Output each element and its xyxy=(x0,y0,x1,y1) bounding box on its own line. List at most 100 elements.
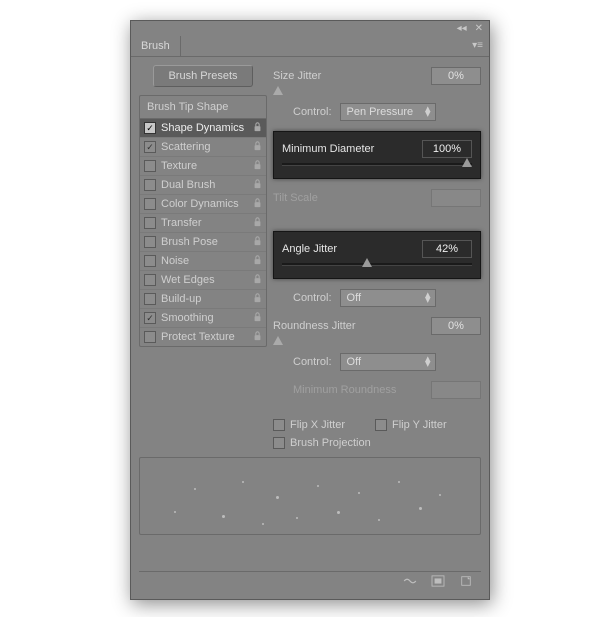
minimum-diameter-block: Minimum Diameter 100% xyxy=(273,131,481,179)
lock-icon[interactable] xyxy=(252,122,262,134)
lock-icon[interactable] xyxy=(252,198,262,210)
tilt-scale-value xyxy=(431,189,481,207)
checkbox-icon[interactable] xyxy=(144,293,156,305)
option-brush-pose[interactable]: Brush Pose xyxy=(140,233,266,252)
lock-icon[interactable] xyxy=(252,293,262,305)
tilt-scale-row: Tilt Scale xyxy=(273,189,481,207)
option-label: Dual Brush xyxy=(161,179,247,191)
option-label: Wet Edges xyxy=(161,274,247,286)
tilt-scale-label: Tilt Scale xyxy=(273,192,431,204)
option-label: Texture xyxy=(161,160,247,172)
brush-stroke-preview xyxy=(139,457,481,535)
minimum-diameter-label: Minimum Diameter xyxy=(282,143,422,155)
checkbox-icon[interactable] xyxy=(144,160,156,172)
roundness-jitter-row: Roundness Jitter 0% xyxy=(273,317,481,335)
angle-jitter-control-label: Control: xyxy=(293,292,332,304)
angle-jitter-value[interactable]: 42% xyxy=(422,240,472,258)
checkbox-icon[interactable] xyxy=(144,122,156,134)
minimum-roundness-label: Minimum Roundness xyxy=(273,384,431,396)
lock-icon[interactable] xyxy=(252,217,262,229)
checkbox-icon[interactable] xyxy=(144,312,156,324)
checkbox-icon[interactable] xyxy=(144,274,156,286)
checkbox-icon xyxy=(375,419,387,431)
option-label: Noise xyxy=(161,255,247,267)
flip-x-jitter-label: Flip X Jitter xyxy=(290,419,345,431)
option-shape-dynamics[interactable]: Shape Dynamics xyxy=(140,119,266,138)
option-texture[interactable]: Texture xyxy=(140,157,266,176)
size-jitter-control-dropdown[interactable]: Pen Pressure ▴▾ xyxy=(340,103,436,121)
angle-jitter-control-dropdown[interactable]: Off ▴▾ xyxy=(340,289,436,307)
roundness-jitter-control-label: Control: xyxy=(293,356,332,368)
brush-projection-label: Brush Projection xyxy=(290,437,371,449)
option-build-up[interactable]: Build-up xyxy=(140,290,266,309)
brush-projection-checkbox[interactable]: Brush Projection xyxy=(273,437,481,449)
option-label: Protect Texture xyxy=(161,331,247,343)
option-scattering[interactable]: Scattering xyxy=(140,138,266,157)
checkbox-icon[interactable] xyxy=(144,198,156,210)
option-label: Scattering xyxy=(161,141,247,153)
flip-y-jitter-checkbox[interactable]: Flip Y Jitter xyxy=(375,419,447,431)
minimum-roundness-value xyxy=(431,381,481,399)
brush-presets-button[interactable]: Brush Presets xyxy=(153,65,253,87)
flip-x-jitter-checkbox[interactable]: Flip X Jitter xyxy=(273,419,345,431)
option-dual-brush[interactable]: Dual Brush xyxy=(140,176,266,195)
option-label: Build-up xyxy=(161,293,247,305)
lock-icon[interactable] xyxy=(252,141,262,153)
brush-options-list: Brush Tip Shape Shape Dynamics Scattering… xyxy=(139,95,267,347)
option-color-dynamics[interactable]: Color Dynamics xyxy=(140,195,266,214)
option-label: Brush Pose xyxy=(161,236,247,248)
lock-icon[interactable] xyxy=(252,236,262,248)
lock-icon[interactable] xyxy=(252,312,262,324)
size-jitter-row: Size Jitter 0% xyxy=(273,67,481,85)
toggle-preview-icon[interactable] xyxy=(403,575,417,590)
option-label: Color Dynamics xyxy=(161,198,247,210)
option-smoothing[interactable]: Smoothing xyxy=(140,309,266,328)
angle-jitter-slider[interactable] xyxy=(282,258,472,272)
size-jitter-label: Size Jitter xyxy=(273,70,431,82)
minimum-diameter-value[interactable]: 100% xyxy=(422,140,472,158)
option-wet-edges[interactable]: Wet Edges xyxy=(140,271,266,290)
brush-panel: ◂◂ ✕ Brush ▾≡ Brush Presets Brush Tip Sh… xyxy=(130,20,490,600)
lock-icon[interactable] xyxy=(252,255,262,267)
roundness-jitter-label: Roundness Jitter xyxy=(273,320,431,332)
option-noise[interactable]: Noise xyxy=(140,252,266,271)
size-jitter-slider[interactable] xyxy=(273,85,481,97)
checkbox-icon[interactable] xyxy=(144,331,156,343)
size-jitter-control-value: Pen Pressure xyxy=(347,106,414,118)
tab-brush[interactable]: Brush xyxy=(131,36,181,56)
minimum-diameter-slider[interactable] xyxy=(282,158,472,172)
brush-tip-shape-header[interactable]: Brush Tip Shape xyxy=(140,96,266,119)
flip-y-jitter-label: Flip Y Jitter xyxy=(392,419,447,431)
roundness-jitter-control-dropdown[interactable]: Off ▴▾ xyxy=(340,353,436,371)
option-label: Smoothing xyxy=(161,312,247,324)
roundness-jitter-slider[interactable] xyxy=(273,335,481,347)
lock-icon[interactable] xyxy=(252,331,262,343)
option-transfer[interactable]: Transfer xyxy=(140,214,266,233)
checkbox-icon[interactable] xyxy=(144,236,156,248)
checkbox-icon[interactable] xyxy=(144,217,156,229)
close-icon[interactable]: ✕ xyxy=(475,23,483,34)
lock-icon[interactable] xyxy=(252,274,262,286)
option-label: Shape Dynamics xyxy=(161,122,247,134)
size-jitter-value[interactable]: 0% xyxy=(431,67,481,85)
panel-topbar: ◂◂ ✕ xyxy=(131,21,489,35)
collapse-icon[interactable]: ◂◂ xyxy=(457,23,467,34)
option-protect-texture[interactable]: Protect Texture xyxy=(140,328,266,346)
lock-icon[interactable] xyxy=(252,160,262,172)
new-preset-icon[interactable] xyxy=(431,575,445,590)
chevron-updown-icon: ▴▾ xyxy=(425,107,431,117)
panel-menu-icon[interactable]: ▾≡ xyxy=(466,40,489,51)
roundness-jitter-control-value: Off xyxy=(347,356,361,368)
checkbox-icon[interactable] xyxy=(144,141,156,153)
document-icon[interactable] xyxy=(459,575,473,590)
lock-icon[interactable] xyxy=(252,179,262,191)
size-jitter-control-row: Control: Pen Pressure ▴▾ xyxy=(273,103,481,121)
size-jitter-control-label: Control: xyxy=(293,106,332,118)
tab-row: Brush ▾≡ xyxy=(131,35,489,57)
checkbox-icon[interactable] xyxy=(144,255,156,267)
checkbox-icon xyxy=(273,419,285,431)
angle-jitter-control-value: Off xyxy=(347,292,361,304)
angle-jitter-block: Angle Jitter 42% xyxy=(273,231,481,279)
roundness-jitter-value[interactable]: 0% xyxy=(431,317,481,335)
checkbox-icon[interactable] xyxy=(144,179,156,191)
